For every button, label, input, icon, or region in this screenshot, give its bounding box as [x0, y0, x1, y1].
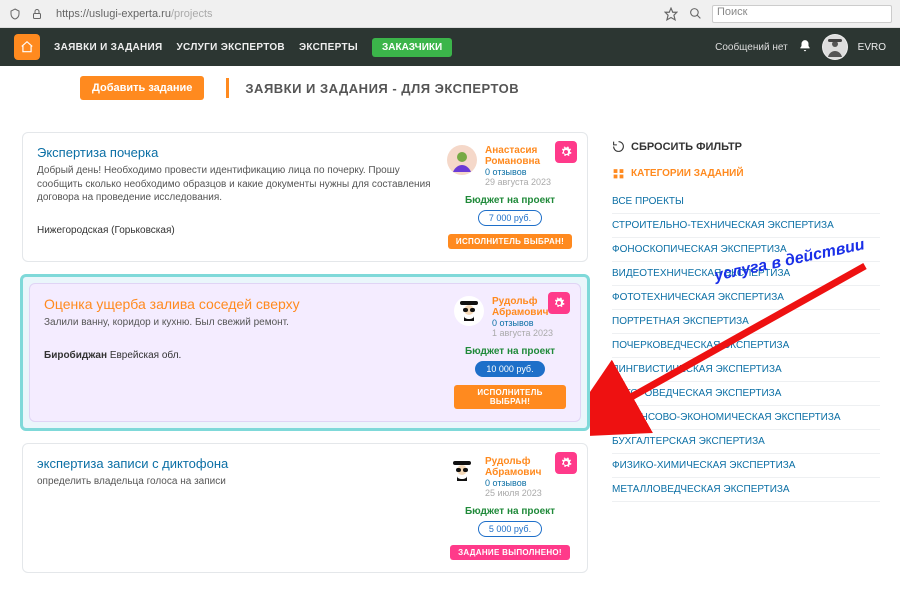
- gear-icon[interactable]: [555, 141, 577, 163]
- author-reviews[interactable]: 0 отзывов: [485, 478, 573, 488]
- status-badge: ЗАДАНИЕ ВЫПОЛНЕНО!: [450, 545, 570, 560]
- lock-icon: [30, 7, 44, 21]
- divider: [226, 78, 229, 98]
- nav-cta-clients[interactable]: ЗАКАЗЧИКИ: [372, 38, 452, 57]
- user-name[interactable]: EVRO: [858, 42, 886, 53]
- no-messages-label: Сообщений нет: [715, 42, 788, 53]
- nav-link-experts[interactable]: ЭКСПЕРТЫ: [299, 42, 358, 53]
- category-link[interactable]: ВСЕ ПРОЕКТЫ: [612, 190, 880, 214]
- category-link[interactable]: АВТОРОВЕДЧЕСКАЯ ЭКСПЕРТИЗА: [612, 382, 880, 406]
- task-feed: Экспертиза почерка Добрый день! Необходи…: [20, 130, 590, 575]
- category-link[interactable]: ПОРТРЕТНАЯ ЭКСПЕРТИЗА: [612, 310, 880, 334]
- category-list: ВСЕ ПРОЕКТЫ СТРОИТЕЛЬНО-ТЕХНИЧЕСКАЯ ЭКСП…: [612, 190, 880, 502]
- category-link[interactable]: ВИДЕОТЕХНИЧЕСКАЯ ЭКСПЕРТИЗА: [612, 262, 880, 286]
- task-title[interactable]: Оценка ущерба залива соседей сверху: [44, 296, 444, 312]
- author-reviews[interactable]: 0 отзывов: [492, 318, 566, 328]
- status-badge: ИСПОЛНИТЕЛЬ ВЫБРАН!: [448, 234, 572, 249]
- categories-label: КАТЕГОРИИ ЗАДАНИЙ: [631, 168, 744, 179]
- task-location: Нижегородская (Горьковская): [37, 225, 437, 236]
- task-date: 29 августа 2023: [485, 177, 573, 187]
- budget-label: Бюджет на проект: [465, 346, 555, 357]
- category-link[interactable]: СТРОИТЕЛЬНО-ТЕХНИЧЕСКАЯ ЭКСПЕРТИЗА: [612, 214, 880, 238]
- gear-icon[interactable]: [548, 292, 570, 314]
- shield-icon: [8, 7, 22, 21]
- reset-filter-button[interactable]: СБРОСИТЬ ФИЛЬТР: [612, 140, 880, 153]
- nav-link-requests[interactable]: ЗАЯВКИ И ЗАДАНИЯ: [54, 42, 163, 53]
- status-badge: ИСПОЛНИТЕЛЬ ВЫБРАН!: [454, 385, 566, 409]
- category-link[interactable]: ЛИНГВИСТИЧЕСКАЯ ЭКСПЕРТИЗА: [612, 358, 880, 382]
- category-link[interactable]: ПОЧЕРКОВЕДЧЕСКАЯ ЭКСПЕРТИЗА: [612, 334, 880, 358]
- price-badge: 5 000 руб.: [478, 521, 542, 537]
- page-title: ЗАЯВКИ И ЗАДАНИЯ - ДЛЯ ЭКСПЕРТОВ: [245, 81, 519, 96]
- category-link[interactable]: ФИЗИКО-ХИМИЧЕСКАЯ ЭКСПЕРТИЗА: [612, 454, 880, 478]
- home-button[interactable]: [14, 34, 40, 60]
- budget-label: Бюджет на проект: [465, 506, 555, 517]
- task-date: 1 августа 2023: [492, 328, 566, 338]
- search-icon[interactable]: [688, 7, 702, 21]
- category-link[interactable]: ФОНОСКОПИЧЕСКАЯ ЭКСПЕРТИЗА: [612, 238, 880, 262]
- task-title[interactable]: Экспертиза почерка: [37, 145, 437, 160]
- task-description: определить владельца голоса на записи: [37, 475, 437, 489]
- author-avatar[interactable]: [447, 456, 477, 486]
- sidebar: СБРОСИТЬ ФИЛЬТР КАТЕГОРИИ ЗАДАНИЙ ВСЕ ПР…: [608, 130, 880, 575]
- top-nav: ЗАЯВКИ И ЗАДАНИЯ УСЛУГИ ЭКСПЕРТОВ ЭКСПЕР…: [0, 28, 900, 66]
- location-city: Биробиджан: [44, 350, 107, 361]
- subheader: Добавить задание ЗАЯВКИ И ЗАДАНИЯ - ДЛЯ …: [0, 66, 900, 110]
- nav-link-services[interactable]: УСЛУГИ ЭКСПЕРТОВ: [177, 42, 285, 53]
- task-card[interactable]: Экспертиза почерка Добрый день! Необходи…: [20, 130, 590, 264]
- task-description: Залили ванну, коридор и кухню. Был свежи…: [44, 316, 444, 330]
- task-card-highlighted[interactable]: Оценка ущерба залива соседей сверху Зали…: [20, 274, 590, 431]
- url-path: /projects: [171, 8, 213, 20]
- category-link[interactable]: ФОТОТЕХНИЧЕСКАЯ ЭКСПЕРТИЗА: [612, 286, 880, 310]
- task-location: Биробиджан Еврейская обл.: [44, 350, 444, 361]
- browser-url-bar: https://uslugi-experta.ru/projects Поиск: [0, 0, 900, 28]
- author-avatar[interactable]: [447, 145, 477, 175]
- author-avatar[interactable]: [454, 296, 484, 326]
- gear-icon[interactable]: [555, 452, 577, 474]
- author-reviews[interactable]: 0 отзывов: [485, 167, 573, 177]
- url-host: https://uslugi-experta.ru: [56, 8, 171, 20]
- price-badge: 10 000 руб.: [475, 361, 544, 377]
- bell-icon[interactable]: [798, 39, 812, 56]
- star-icon[interactable]: [664, 7, 678, 21]
- location-region: Еврейская обл.: [107, 350, 181, 361]
- category-link[interactable]: ФИНАНСОВО-ЭКОНОМИЧЕСКАЯ ЭКСПЕРТИЗА: [612, 406, 880, 430]
- price-badge: 7 000 руб.: [478, 210, 542, 226]
- reset-filter-label: СБРОСИТЬ ФИЛЬТР: [631, 141, 742, 153]
- add-task-button[interactable]: Добавить задание: [80, 76, 204, 100]
- categories-header: КАТЕГОРИИ ЗАДАНИЙ: [612, 167, 880, 180]
- budget-label: Бюджет на проект: [465, 195, 555, 206]
- user-avatar[interactable]: [822, 34, 848, 60]
- task-card[interactable]: экспертиза записи с диктофона определить…: [20, 441, 590, 575]
- url-display[interactable]: https://uslugi-experta.ru/projects: [56, 8, 213, 20]
- browser-search-input[interactable]: Поиск: [712, 5, 892, 23]
- category-link[interactable]: МЕТАЛЛОВЕДЧЕСКАЯ ЭКСПЕРТИЗА: [612, 478, 880, 502]
- task-title[interactable]: экспертиза записи с диктофона: [37, 456, 437, 471]
- task-description: Добрый день! Необходимо провести идентиф…: [37, 164, 437, 205]
- category-link[interactable]: БУХГАЛТЕРСКАЯ ЭКСПЕРТИЗА: [612, 430, 880, 454]
- task-date: 25 июля 2023: [485, 488, 573, 498]
